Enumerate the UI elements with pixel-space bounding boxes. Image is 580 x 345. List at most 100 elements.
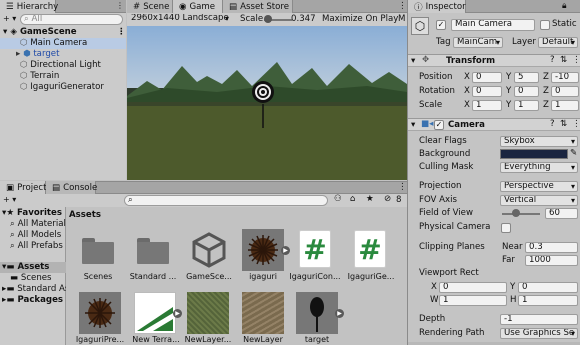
tab-game[interactable]: ◉ Game xyxy=(173,0,223,13)
expand-prefab-icon[interactable]: ▶ xyxy=(281,246,290,255)
hierarchy-add-button[interactable]: + ▾ xyxy=(3,14,16,23)
far-field[interactable]: 1000 xyxy=(525,255,578,266)
assets-root[interactable]: ▾▬ Assets xyxy=(0,262,66,273)
hierarchy-item-target[interactable]: ▸ ⬢ target xyxy=(16,49,59,60)
search-by-label-icon[interactable]: ⌂ xyxy=(350,194,355,204)
preset-icon[interactable]: ⇅ xyxy=(560,119,567,129)
resolution-dropdown[interactable]: 2960x1440 Landscape (2 xyxy=(128,14,231,25)
help-icon[interactable]: ? xyxy=(550,119,555,129)
clear-flags-dropdown[interactable]: Skybox xyxy=(500,136,578,147)
favorite-star-icon[interactable]: ★ xyxy=(366,194,374,204)
hierarchy-item-main-camera[interactable]: ⬡ Main Camera xyxy=(0,38,126,49)
tab-project[interactable]: ▣ Project xyxy=(0,181,47,194)
fov-slider-handle[interactable] xyxy=(512,209,520,217)
component-menu-icon[interactable]: ⋮ xyxy=(572,55,580,65)
scale-z-field[interactable]: 1 xyxy=(551,100,579,111)
transform-header[interactable]: ▾ ✥ Transform ? ⇅ ⋮ xyxy=(408,54,580,67)
scale-y-field[interactable]: 1 xyxy=(514,100,539,111)
projection-dropdown[interactable]: Perspective xyxy=(500,181,578,192)
depth-field[interactable]: -1 xyxy=(500,314,578,325)
asset-icon-standard-assets-folder[interactable] xyxy=(137,238,169,264)
game-viewport[interactable] xyxy=(127,26,407,180)
packages-root[interactable]: ▸▬ Packages xyxy=(2,295,63,306)
tag-dropdown[interactable]: MainCam xyxy=(453,37,503,48)
hierarchy-search-input[interactable]: ⌕ All xyxy=(20,14,123,25)
active-checkbox[interactable]: ✓ xyxy=(436,20,446,30)
favorite-all-materials[interactable]: ⌕ All Materials xyxy=(10,219,66,230)
position-x-field[interactable]: 0 xyxy=(472,72,502,83)
fov-value-field[interactable]: 60 xyxy=(545,208,578,219)
tab-scene[interactable]: # Scene xyxy=(127,0,173,13)
culling-mask-dropdown[interactable]: Everything xyxy=(500,162,578,173)
breadcrumb[interactable]: Assets xyxy=(69,210,101,220)
project-add-button[interactable]: + ▾ xyxy=(3,195,16,204)
scale-x-field[interactable]: 1 xyxy=(472,100,502,111)
static-checkbox[interactable] xyxy=(540,20,550,30)
hierarchy-item-directional-light[interactable]: ⬡ Directional Light xyxy=(20,60,101,71)
hierarchy-menu-icon[interactable]: ⋮ xyxy=(116,1,124,10)
camera-header[interactable]: ▾ ■◂ ✓ Camera ? ⇅ ⋮ xyxy=(408,118,580,131)
asset-thumb-igaguri-prefab[interactable] xyxy=(79,292,121,334)
expand-prefab-icon[interactable]: ▶ xyxy=(335,309,344,318)
camera-enabled-checkbox[interactable]: ✓ xyxy=(434,120,444,130)
tab-hierarchy[interactable]: ☰ Hierarchy xyxy=(0,0,58,13)
object-name-input[interactable]: Main Camera xyxy=(451,19,535,31)
asset-icon-scenes-folder[interactable] xyxy=(82,238,114,264)
asset-thumb-terrain-layer-rock[interactable] xyxy=(242,292,284,334)
project-search-input[interactable]: ⌕ xyxy=(124,195,328,206)
foldout-arrow-icon[interactable]: ▾ xyxy=(411,56,415,66)
assets-item-scenes[interactable]: ▬ Scenes xyxy=(10,273,52,284)
position-y-field[interactable]: 5 xyxy=(514,72,539,83)
rotation-x-field[interactable]: 0 xyxy=(472,86,502,97)
component-menu-icon[interactable]: ⋮ xyxy=(572,119,580,129)
viewport-x-field[interactable]: 0 xyxy=(439,282,507,293)
scale-slider-handle[interactable] xyxy=(264,15,272,23)
assets-item-standard-assets[interactable]: ▸▬ Standard As xyxy=(2,284,66,295)
help-icon[interactable]: ? xyxy=(550,55,555,65)
favorites-header[interactable]: ▾★ Favorites xyxy=(2,208,62,219)
rendering-path-dropdown[interactable]: Use Graphics Se xyxy=(500,328,578,339)
folder-icon: ▣ xyxy=(6,182,15,193)
hierarchy-item-terrain[interactable]: ⬡ Terrain xyxy=(20,71,59,82)
hierarchy-item-igaguri-generator[interactable]: ⬡ IgaguriGenerator xyxy=(20,82,104,93)
maximize-on-play-toggle[interactable]: Maximize On Play xyxy=(322,14,398,25)
hidden-packages-icon[interactable]: ⊘ xyxy=(384,194,391,204)
layer-dropdown[interactable]: Default xyxy=(538,37,578,48)
asset-thumb-igaguri[interactable] xyxy=(242,229,284,271)
csharp-script-icon[interactable]: # xyxy=(299,230,331,268)
scene-row[interactable]: ▾ ◈ GameScene ⋮ xyxy=(3,27,126,38)
scene-menu-icon[interactable]: ⋮ xyxy=(117,27,126,38)
asset-thumb-new-terrain[interactable] xyxy=(134,292,176,334)
game-menu-icon[interactable]: ⋮ xyxy=(398,1,407,11)
expand-arrow-icon[interactable]: ▸ xyxy=(16,49,20,59)
physical-camera-checkbox[interactable] xyxy=(501,223,511,233)
inspector-lock-icon[interactable]: 🔒︎ xyxy=(562,1,567,11)
eyedropper-icon[interactable]: ✎ xyxy=(570,148,577,158)
tab-asset-store[interactable]: ▤ Asset Store xyxy=(223,0,293,13)
preset-icon[interactable]: ⇅ xyxy=(560,55,567,65)
viewport-h-field[interactable]: 1 xyxy=(518,295,578,306)
asset-thumb-terrain-layer-grass[interactable] xyxy=(187,292,229,334)
fov-axis-dropdown[interactable]: Vertical xyxy=(500,195,578,206)
tab-console[interactable]: ▤ Console xyxy=(46,181,97,194)
fov-slider-track[interactable] xyxy=(502,213,540,215)
background-color-swatch[interactable] xyxy=(500,149,568,159)
expand-arrow-icon[interactable]: ▾ xyxy=(3,27,7,37)
search-by-type-icon[interactable]: ⚇ xyxy=(334,194,342,204)
near-field[interactable]: 0.3 xyxy=(525,242,578,253)
favorite-all-prefabs[interactable]: ⌕ All Prefabs xyxy=(10,241,63,252)
unity-logo-icon[interactable] xyxy=(192,232,226,268)
viewport-w-field[interactable]: 1 xyxy=(439,295,507,306)
csharp-script-icon[interactable]: # xyxy=(354,230,386,268)
mute-audio-toggle[interactable]: M xyxy=(398,14,405,25)
foldout-arrow-icon[interactable]: ▾ xyxy=(411,120,415,130)
project-menu-icon[interactable]: ⋮ xyxy=(398,182,407,192)
rotation-y-field[interactable]: 0 xyxy=(514,86,539,97)
expand-asset-icon[interactable]: ▶ xyxy=(173,309,182,318)
tab-inspector[interactable]: ⓘ Inspector xyxy=(408,0,466,13)
position-z-field[interactable]: -10 xyxy=(551,72,579,83)
rotation-z-field[interactable]: 0 xyxy=(551,86,579,97)
favorite-all-models[interactable]: ⌕ All Models xyxy=(10,230,61,241)
viewport-y-field[interactable]: 0 xyxy=(518,282,578,293)
asset-thumb-target[interactable] xyxy=(296,292,338,334)
